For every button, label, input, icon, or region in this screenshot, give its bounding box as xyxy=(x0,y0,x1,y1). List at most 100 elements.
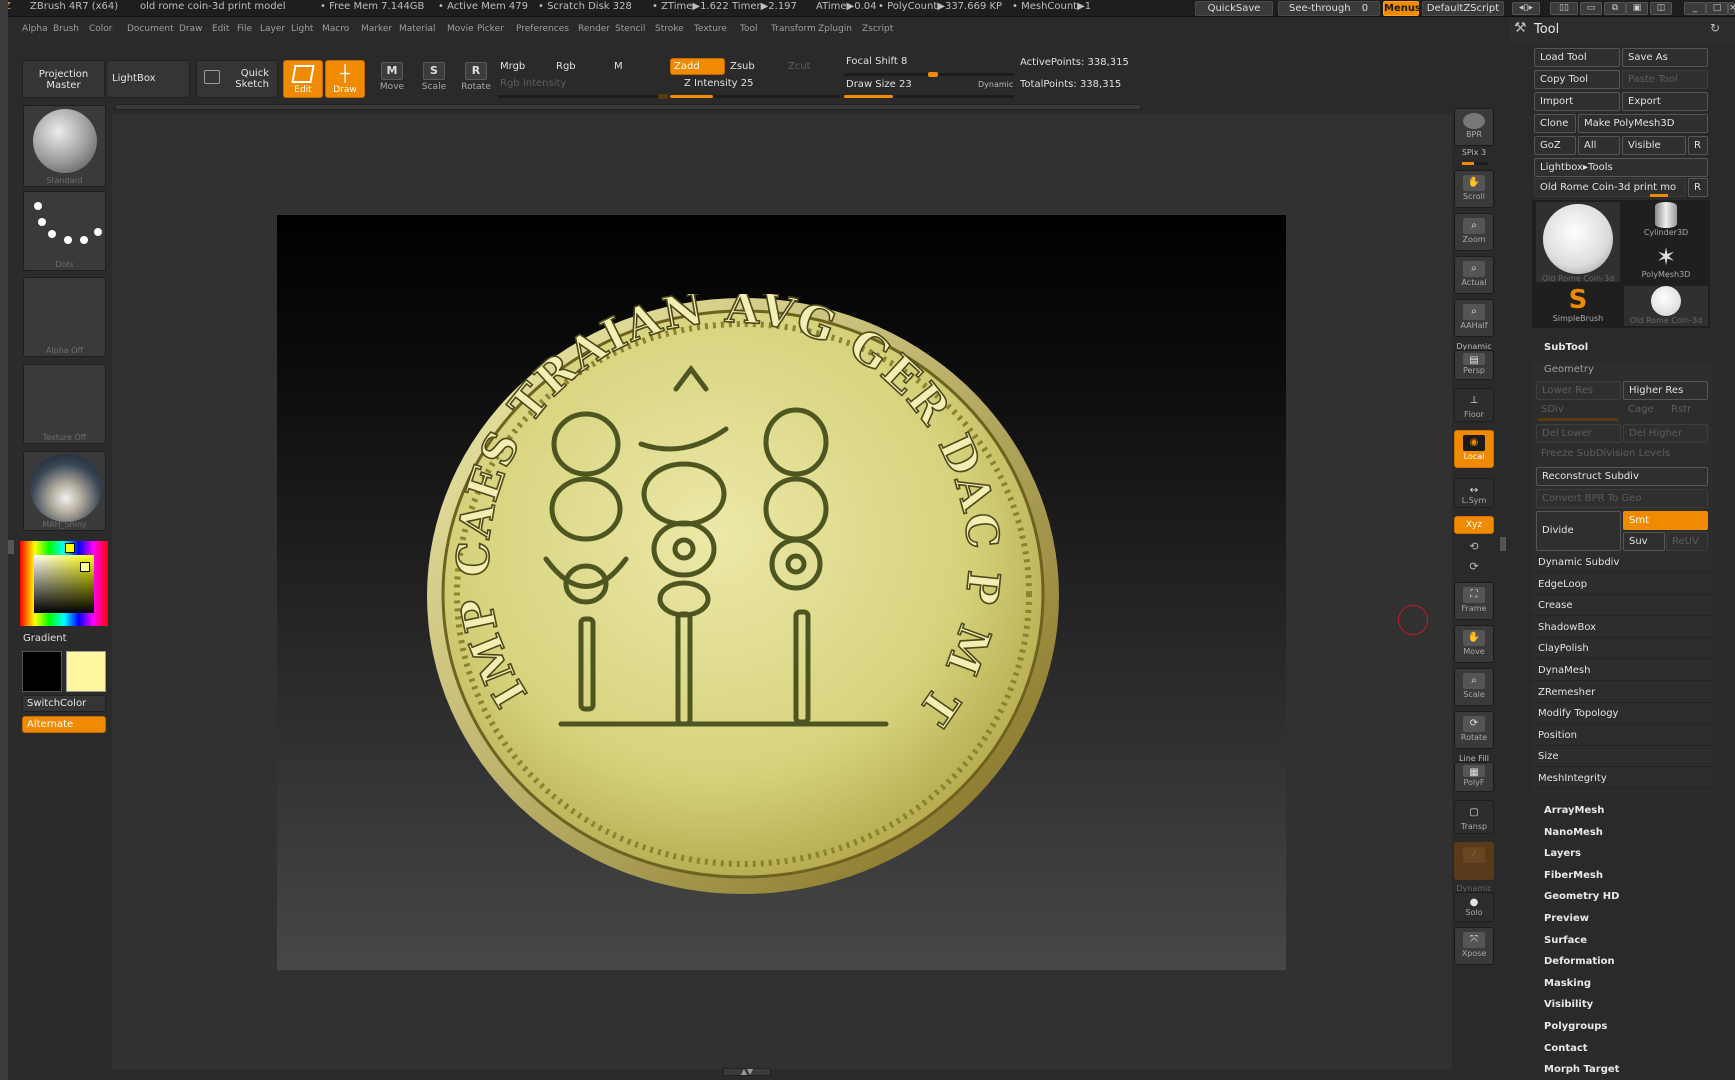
local-button[interactable]: ◉ Local xyxy=(1454,430,1494,468)
frame-button[interactable]: ⛶ Frame xyxy=(1454,582,1494,620)
clone-button[interactable]: Clone xyxy=(1534,114,1576,133)
palette-refresh-icon[interactable]: ↻ xyxy=(1710,21,1720,35)
menu-stencil[interactable]: Stencil xyxy=(615,24,645,34)
scale-dock-button[interactable]: ⌕ Scale xyxy=(1454,668,1494,706)
cage-button[interactable]: Cage xyxy=(1623,401,1665,420)
menu-transform[interactable]: Transform xyxy=(771,24,816,34)
lock-icon[interactable]: ▣ xyxy=(1626,2,1648,15)
geometry-section[interactable]: Geometry xyxy=(1540,360,1720,380)
material-thumbnail[interactable]: MAH_Shiny xyxy=(23,451,106,531)
reuv-button[interactable]: ReUV xyxy=(1666,532,1708,551)
geometry-crease[interactable]: Crease xyxy=(1532,596,1712,617)
rotate-button[interactable]: R Rotate xyxy=(458,62,494,92)
menu-zplugin[interactable]: Zplugin xyxy=(818,24,852,34)
z-intensity-slider[interactable] xyxy=(670,95,840,98)
move-dock-button[interactable]: ✋ Move xyxy=(1454,625,1494,663)
menu-material[interactable]: Material xyxy=(399,24,436,34)
color-marker[interactable] xyxy=(80,562,90,572)
menu-edit[interactable]: Edit xyxy=(212,24,229,34)
alpha-thumbnail[interactable]: Alpha Off xyxy=(23,277,106,357)
menu-brush[interactable]: Brush xyxy=(53,24,79,34)
divide-button[interactable]: Divide xyxy=(1536,511,1621,551)
section-visibility[interactable]: Visibility xyxy=(1540,995,1720,1015)
menu-stroke[interactable]: Stroke xyxy=(655,24,684,34)
menu-layer[interactable]: Layer xyxy=(260,24,285,34)
focal-shift-slider[interactable] xyxy=(844,72,1014,77)
polyf-button[interactable]: ▦ PolyF xyxy=(1454,762,1494,792)
hue-marker[interactable] xyxy=(65,543,75,553)
layout-left-icon[interactable]: ◂▯▸ xyxy=(1512,2,1540,15)
right-tray-handle[interactable] xyxy=(1500,537,1506,551)
rstr-button[interactable]: Rstr xyxy=(1666,401,1708,420)
menu-texture[interactable]: Texture xyxy=(694,24,727,34)
menu-macro[interactable]: Macro xyxy=(322,24,349,34)
minimize-icon[interactable]: _ xyxy=(1684,2,1706,15)
alternate-button[interactable]: Alternate xyxy=(22,716,106,733)
del-lower-button[interactable]: Del Lower xyxy=(1536,424,1621,443)
suv-toggle[interactable]: Suv xyxy=(1623,532,1665,551)
export-button[interactable]: Export xyxy=(1622,92,1708,111)
transp-button[interactable]: ▢ Transp xyxy=(1454,800,1494,834)
quicksave-button[interactable]: QuickSave xyxy=(1195,1,1273,16)
menus-button[interactable]: Menus xyxy=(1383,1,1421,16)
quick-sketch-button[interactable]: Quick Sketch xyxy=(196,60,278,98)
copy-tool-button[interactable]: Copy Tool xyxy=(1534,70,1620,89)
brush-thumbnail[interactable]: Standard xyxy=(23,105,106,187)
menu-document[interactable]: Document xyxy=(127,24,174,34)
smt-toggle[interactable]: Smt xyxy=(1623,511,1708,530)
lightbox-tools-button[interactable]: Lightbox▸Tools xyxy=(1534,158,1708,177)
maximize-icon[interactable]: □ xyxy=(1706,2,1728,15)
lightbox-button[interactable]: LightBox xyxy=(106,60,190,98)
section-morph-target[interactable]: Morph Target xyxy=(1540,1060,1720,1080)
current-tool-r-button[interactable]: R xyxy=(1688,178,1708,197)
layout-split-icon[interactable]: ▯▯ xyxy=(1550,2,1578,15)
spix-slider[interactable] xyxy=(1462,162,1488,165)
menu-zscript[interactable]: Zscript xyxy=(862,24,893,34)
draw-button[interactable]: ┼ Draw xyxy=(325,60,365,98)
see-through-slider[interactable]: See-through 0 xyxy=(1278,1,1380,16)
goz-all-button[interactable]: All xyxy=(1578,136,1620,155)
import-button[interactable]: Import xyxy=(1534,92,1620,111)
aahalf-button[interactable]: ⌕ AAHalf xyxy=(1454,299,1494,337)
load-tool-button[interactable]: Load Tool xyxy=(1534,48,1620,67)
section-masking[interactable]: Masking xyxy=(1540,974,1720,994)
floor-button[interactable]: ⊥ Floor xyxy=(1454,388,1494,422)
tool-thumb-coin[interactable]: Old Rome Coin-3d xyxy=(1536,202,1620,283)
paste-tool-button[interactable]: Paste Tool xyxy=(1622,70,1708,89)
xpose-button[interactable]: ⤧ Xpose xyxy=(1454,927,1494,965)
zsub-button[interactable]: Zsub xyxy=(730,61,755,72)
del-higher-button[interactable]: Del Higher xyxy=(1623,424,1708,443)
menu-render[interactable]: Render xyxy=(578,24,610,34)
make-polymesh3d-button[interactable]: Make PolyMesh3D xyxy=(1578,114,1708,133)
menu-tool[interactable]: Tool xyxy=(740,24,757,34)
geometry-dynamic-subdiv[interactable]: Dynamic Subdiv xyxy=(1532,553,1712,573)
lsym-button[interactable]: ↔ L.Sym xyxy=(1454,478,1494,508)
save-as-button[interactable]: Save As xyxy=(1622,48,1708,67)
rotate-y-icon[interactable]: ⟲ xyxy=(1454,540,1494,553)
restore-icon[interactable]: ◫ xyxy=(1650,2,1672,15)
shelf-scrollbar[interactable] xyxy=(115,104,1141,110)
zoom-button[interactable]: ⌕ Zoom xyxy=(1454,213,1494,251)
bpr-button[interactable]: BPR xyxy=(1454,108,1494,146)
draw-size-slider[interactable] xyxy=(844,95,1014,98)
convert-bpr-button[interactable]: Convert BPR To Geo xyxy=(1536,489,1708,508)
coin-3d-model[interactable]: IMP CAES TRAIAN AVG GER DAC P M TR P COS… xyxy=(426,294,1060,894)
rotate-z-icon[interactable]: ⟳ xyxy=(1454,560,1494,573)
left-tray-handle[interactable] xyxy=(8,540,14,554)
secondary-color-swatch[interactable] xyxy=(22,651,62,692)
geometry-shadowbox[interactable]: ShadowBox xyxy=(1532,617,1712,638)
tool-thumb-polymesh[interactable]: ✶ PolyMesh3D xyxy=(1624,244,1708,284)
freeze-subdivision-button[interactable]: Freeze SubDivision Levels xyxy=(1536,445,1708,464)
section-surface[interactable]: Surface xyxy=(1540,931,1720,951)
stroke-thumbnail[interactable]: Dots xyxy=(23,191,106,271)
rgb-intensity-slider[interactable] xyxy=(498,94,668,99)
ghost-button[interactable]: ⁄ xyxy=(1454,842,1494,880)
menu-preferences[interactable]: Preferences xyxy=(516,24,569,34)
goz-r-button[interactable]: R xyxy=(1688,136,1708,155)
tool-thumb-coin-2[interactable]: Old Rome Coin-3d xyxy=(1624,286,1708,326)
menu-color[interactable]: Color xyxy=(89,24,113,34)
tool-thumb-cylinder[interactable]: Cylinder3D xyxy=(1624,202,1708,242)
spix-label[interactable]: SPix 3 xyxy=(1454,148,1494,157)
section-fibermesh[interactable]: FiberMesh xyxy=(1540,866,1720,886)
section-deformation[interactable]: Deformation xyxy=(1540,952,1720,972)
